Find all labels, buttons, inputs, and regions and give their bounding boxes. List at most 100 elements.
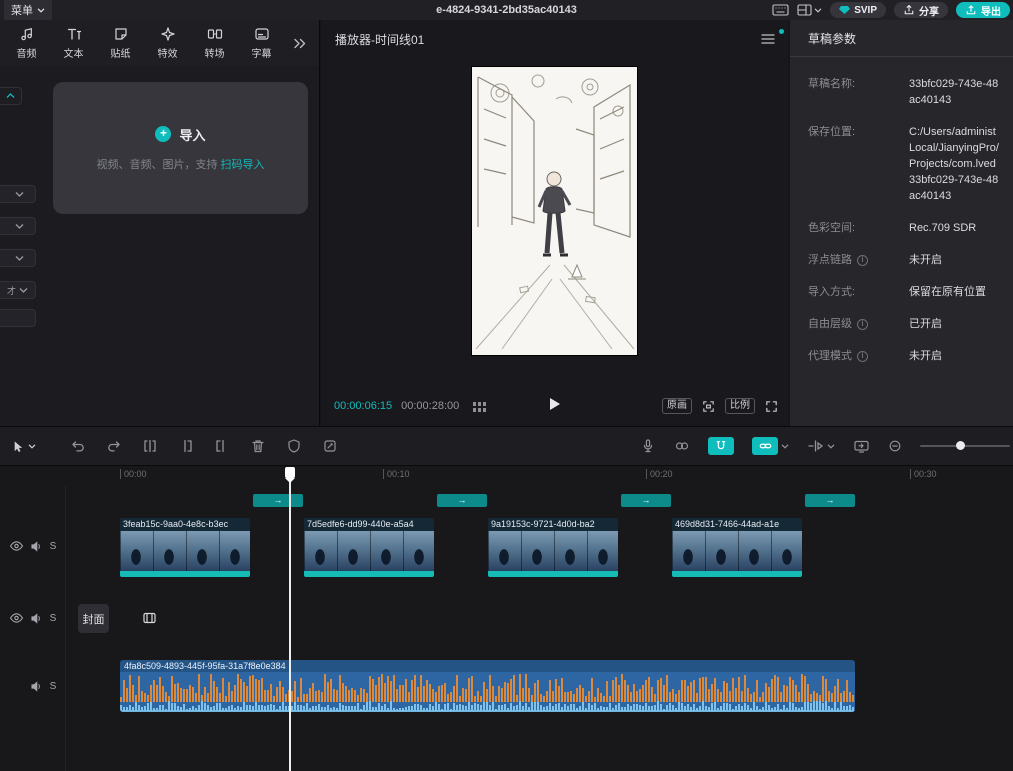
solo-button[interactable]: S (50, 681, 57, 692)
undo-icon[interactable] (70, 438, 86, 454)
timeline-toolbar (0, 426, 1013, 466)
solo-button[interactable]: S (50, 541, 57, 552)
draft-row-free-layer: 自由层级i 已开启 (808, 316, 1013, 332)
scan-import-link[interactable]: 扫码导入 (221, 159, 265, 171)
solo-button[interactable]: S (50, 613, 57, 624)
clip-selected-bar (120, 571, 250, 577)
transition-clip[interactable]: → (437, 494, 487, 507)
frame-grid-icon[interactable] (473, 402, 487, 412)
mic-icon[interactable] (640, 438, 656, 454)
film-icon[interactable] (141, 610, 158, 626)
video-clip[interactable]: 3feab15c-9aa0-4e8c-b3ec (120, 518, 250, 577)
tab-label: 贴纸 (111, 45, 131, 60)
play-button[interactable] (549, 397, 561, 411)
draft-field-label: 保存位置: (808, 124, 855, 140)
transition-clip[interactable]: → (805, 494, 855, 507)
draft-params-title: 草稿参数 (790, 20, 1013, 57)
draft-row-name: 草稿名称: 33bfc029-743e-48 ac40143 (808, 76, 1013, 108)
category-stub[interactable] (0, 217, 36, 235)
svip-label: SVIP (854, 5, 877, 16)
video-clip[interactable]: 7d5edfe6-dd99-440e-a5a4 (304, 518, 434, 577)
player-controls: 00:00:06:15 00:00:28:00 原画 比例 (321, 396, 789, 418)
audio-clip[interactable]: 4fa8c509-4893-445f-95fa-31a7f8e0e384 (120, 660, 855, 712)
info-icon[interactable]: i (857, 351, 868, 362)
shortcut-keys-icon[interactable] (772, 4, 789, 16)
speaker-icon[interactable] (29, 540, 43, 553)
trim-left-icon[interactable] (178, 438, 194, 454)
category-stub-label: 才 (7, 284, 16, 297)
linkage-toggle-button[interactable] (752, 437, 789, 455)
category-stub[interactable] (0, 249, 36, 267)
tab-effects[interactable]: 特效 (144, 26, 191, 60)
zoom-out-icon[interactable] (888, 439, 902, 453)
clip-thumbnails (304, 531, 434, 571)
draft-field-label: 代理模式 (808, 348, 852, 364)
total-duration: 00:00:28:00 (401, 400, 459, 412)
tab-text[interactable]: 文本 (50, 26, 97, 60)
select-tool-dropdown[interactable] (10, 439, 36, 454)
delete-icon[interactable] (250, 438, 266, 454)
speaker-icon[interactable] (29, 680, 43, 693)
tab-transition[interactable]: 转场 (191, 26, 238, 60)
overlapping-circles-icon[interactable] (674, 438, 690, 454)
gem-icon (839, 5, 850, 15)
zoom-slider-handle[interactable] (956, 441, 965, 450)
draft-field-value: 未开启 (909, 348, 1013, 364)
info-icon[interactable]: i (857, 255, 868, 266)
edit-params-icon[interactable] (322, 438, 338, 454)
preview-image (472, 67, 637, 355)
playhead[interactable] (284, 466, 296, 771)
shield-icon[interactable] (286, 438, 302, 454)
share-icon (903, 4, 915, 16)
video-clip[interactable]: 469d8d31-7466-44ad-a1e (672, 518, 802, 577)
draft-field-value: 已开启 (909, 316, 1013, 332)
original-quality-button[interactable]: 原画 (662, 398, 692, 414)
aspect-ratio-button[interactable]: 比例 (725, 398, 755, 414)
category-stub[interactable] (0, 309, 36, 327)
cover-button[interactable]: 封面 (78, 604, 109, 633)
tab-caption[interactable]: 字幕 (238, 26, 285, 60)
category-stub[interactable] (0, 185, 36, 203)
player-header: 播放器-时间线01 (321, 20, 789, 58)
share-button[interactable]: 分享 (894, 2, 948, 18)
split-icon[interactable] (142, 438, 158, 454)
svip-button[interactable]: SVIP (830, 2, 886, 18)
playhead-handle[interactable] (285, 467, 295, 478)
layout-switch-icon[interactable] (797, 4, 822, 16)
clip-name: 9a19153c-9721-4d0d-ba2 (488, 518, 618, 531)
player-right-controls: 原画 比例 (662, 398, 779, 414)
draft-field-label: 色彩空间: (808, 220, 855, 236)
clip-name: 3feab15c-9aa0-4e8c-b3ec (120, 518, 250, 531)
tv-export-icon[interactable] (853, 438, 870, 454)
transition-clip[interactable]: → (621, 494, 671, 507)
cover-track-header: S (0, 609, 64, 627)
redo-icon[interactable] (106, 438, 122, 454)
preview-axis-dropdown[interactable] (807, 438, 835, 454)
fit-zoom-icon[interactable] (701, 399, 716, 414)
trim-right-icon[interactable] (214, 438, 230, 454)
tab-audio[interactable]: 音频 (3, 26, 50, 60)
import-dropzone[interactable]: + 导入 视频、音频、图片，支持 扫码导入 (53, 82, 308, 214)
draft-rows: 草稿名称: 33bfc029-743e-48 ac40143 保存位置: C:/… (790, 57, 1013, 364)
eye-icon[interactable] (9, 612, 24, 624)
fullscreen-icon[interactable] (764, 399, 779, 414)
arrow-right-icon: → (274, 496, 283, 505)
transition-icon (207, 26, 223, 42)
expand-panel-icon[interactable] (293, 38, 307, 49)
timeline-zoom-slider[interactable] (920, 445, 1010, 447)
info-icon[interactable]: i (857, 319, 868, 330)
ruler-label: 00:10 (383, 469, 410, 479)
eye-icon[interactable] (9, 540, 24, 552)
snap-toggle-button[interactable] (708, 437, 734, 455)
menu-button[interactable]: 菜单 (4, 0, 52, 20)
player-menu-icon[interactable] (761, 33, 775, 45)
export-button[interactable]: 导出 (956, 2, 1010, 18)
draft-params-panel: 草稿参数 草稿名称: 33bfc029-743e-48 ac40143 保存位置… (790, 20, 1013, 426)
category-stub-active[interactable] (0, 87, 22, 105)
speaker-icon[interactable] (29, 612, 43, 625)
clip-selected-bar (672, 571, 802, 577)
category-stub[interactable]: 才 (0, 281, 36, 299)
video-clip[interactable]: 9a19153c-9721-4d0d-ba2 (488, 518, 618, 577)
tab-sticker[interactable]: 贴纸 (97, 26, 144, 60)
chevron-down-icon (15, 255, 24, 261)
